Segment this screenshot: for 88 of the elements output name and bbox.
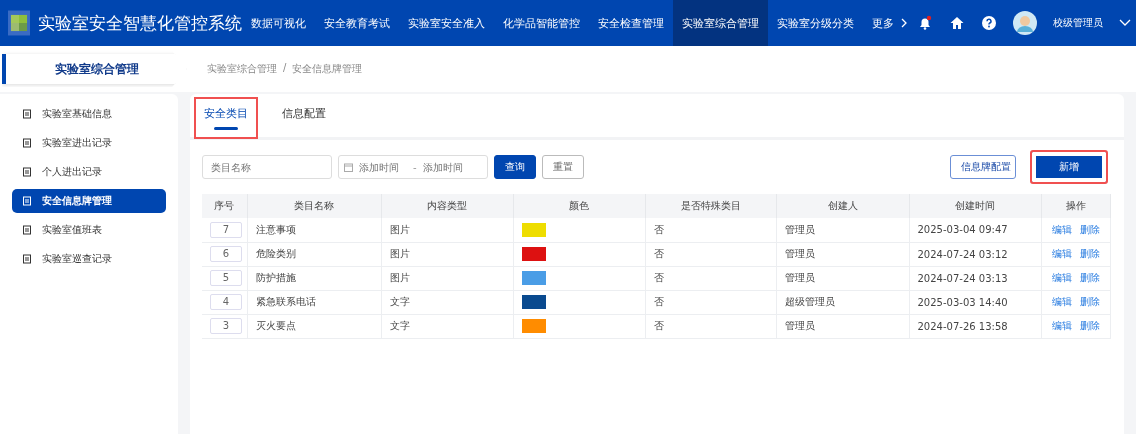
column-header: 是否特殊类目 [645, 194, 776, 218]
sidebar-item[interactable]: 实验室值班表 [12, 218, 166, 242]
reset-button[interactable]: 重置 [542, 155, 584, 179]
tab[interactable]: 信息配置 [274, 99, 334, 137]
search-button[interactable]: 查询 [494, 155, 536, 179]
avatar-icon[interactable] [1013, 11, 1037, 35]
edit-link[interactable]: 编辑 [1051, 248, 1072, 259]
order-field[interactable]: 7 [210, 221, 242, 238]
app-title: 实验室安全智慧化管控系统 [38, 11, 242, 35]
table-cell: 文字 [381, 290, 513, 314]
sidebar-item[interactable]: 实验室进出记录 [12, 131, 166, 155]
table-cell: 2024-07-24 03:12 [909, 242, 1041, 266]
tab[interactable]: 安全类目 [196, 99, 256, 137]
edit-link[interactable]: 编辑 [1051, 296, 1072, 307]
edit-link[interactable]: 编辑 [1051, 320, 1072, 331]
delete-link[interactable]: 删除 [1079, 320, 1100, 331]
sidebar-item[interactable]: 安全信息牌管理 [12, 189, 166, 213]
nav-tab[interactable]: 数据可视化 [242, 0, 315, 46]
chevron-right-icon [901, 18, 908, 28]
edit-link[interactable]: 编辑 [1051, 223, 1072, 235]
delete-link[interactable]: 删除 [1079, 223, 1100, 235]
table-cell: 危险类别 [247, 242, 381, 266]
table-cell: 管理员 [776, 314, 909, 338]
edit-link[interactable]: 编辑 [1051, 272, 1072, 283]
column-header: 类目名称 [247, 194, 381, 218]
help-icon[interactable] [981, 15, 997, 31]
order-field[interactable]: 3 [210, 318, 242, 334]
table-cell: 超级管理员 [776, 290, 909, 314]
table-cell: 管理员 [776, 218, 909, 242]
document-icon [22, 167, 32, 177]
table-cell: 否 [645, 266, 776, 290]
column-header: 序号 [202, 194, 247, 218]
delete-link[interactable]: 删除 [1079, 296, 1100, 307]
delete-link[interactable]: 删除 [1079, 248, 1100, 259]
table-cell: 图片 [381, 266, 513, 290]
document-icon [22, 225, 32, 235]
nav-tab[interactable]: 实验室分级分类 [768, 0, 863, 46]
nav-tab[interactable]: 实验室安全准入 [399, 0, 494, 46]
sidebar-item[interactable]: 个人进出记录 [12, 160, 166, 184]
table-cell: 否 [645, 218, 776, 242]
document-icon [22, 254, 32, 264]
bell-icon[interactable] [917, 15, 933, 31]
table-cell: 否 [645, 290, 776, 314]
nav-tab[interactable]: 化学品智能管控 [494, 0, 589, 46]
table-cell: 图片 [381, 218, 513, 242]
table-cell: 文字 [381, 314, 513, 338]
nav-tab[interactable]: 实验室综合管理 [673, 0, 768, 46]
column-header: 操作 [1041, 194, 1110, 218]
order-field[interactable]: 4 [210, 294, 242, 310]
range-separator: - [413, 161, 417, 173]
table-cell: 否 [645, 314, 776, 338]
more-menu[interactable]: 更多 [863, 0, 917, 46]
delete-link[interactable]: 删除 [1079, 272, 1100, 283]
table-cell: 紧急联系电话 [247, 290, 381, 314]
action-button[interactable]: 新增 [1030, 150, 1108, 184]
column-header: 创建时间 [909, 194, 1041, 218]
column-header: 颜色 [513, 194, 645, 218]
table-cell: 管理员 [776, 242, 909, 266]
sidebar-item[interactable]: 实验室基础信息 [12, 102, 166, 126]
name-field[interactable]: 类目名称 [202, 155, 332, 179]
document-icon [22, 109, 32, 119]
document-icon [22, 196, 32, 206]
table-cell: 否 [645, 242, 776, 266]
nav-tab[interactable]: 安全检查管理 [589, 0, 673, 46]
table-cell: 管理员 [776, 266, 909, 290]
table-cell: 2025-03-03 14:40 [909, 290, 1041, 314]
nav-tab[interactable]: 安全教育考试 [315, 0, 399, 46]
table-cell: 注意事项 [247, 218, 381, 242]
order-field[interactable]: 6 [210, 246, 242, 262]
breadcrumb-separator: / [283, 62, 287, 75]
table-cell: 防护措施 [247, 266, 381, 290]
calendar-icon [344, 162, 353, 172]
chevron-down-icon[interactable] [1119, 19, 1131, 27]
user-name[interactable]: 校级管理员 [1053, 16, 1103, 30]
table-cell: 2024-07-24 03:13 [909, 266, 1041, 290]
document-icon [22, 138, 32, 148]
column-header: 内容类型 [381, 194, 513, 218]
order-field[interactable]: 5 [210, 270, 242, 286]
table-cell: 2024-07-26 13:58 [909, 314, 1041, 338]
table-cell: 图片 [381, 242, 513, 266]
table-cell: 灭火要点 [247, 314, 381, 338]
breadcrumb-item[interactable]: 实验室综合管理 [207, 62, 277, 76]
action-button[interactable]: 信息牌配置 [950, 155, 1016, 179]
sidebar-item[interactable]: 实验室巡查记录 [12, 247, 166, 271]
table-cell: 2025-03-04 09:47 [909, 218, 1041, 242]
column-header: 创建人 [776, 194, 909, 218]
home-icon[interactable] [949, 15, 965, 31]
breadcrumb-item[interactable]: 安全信息牌管理 [292, 62, 363, 76]
